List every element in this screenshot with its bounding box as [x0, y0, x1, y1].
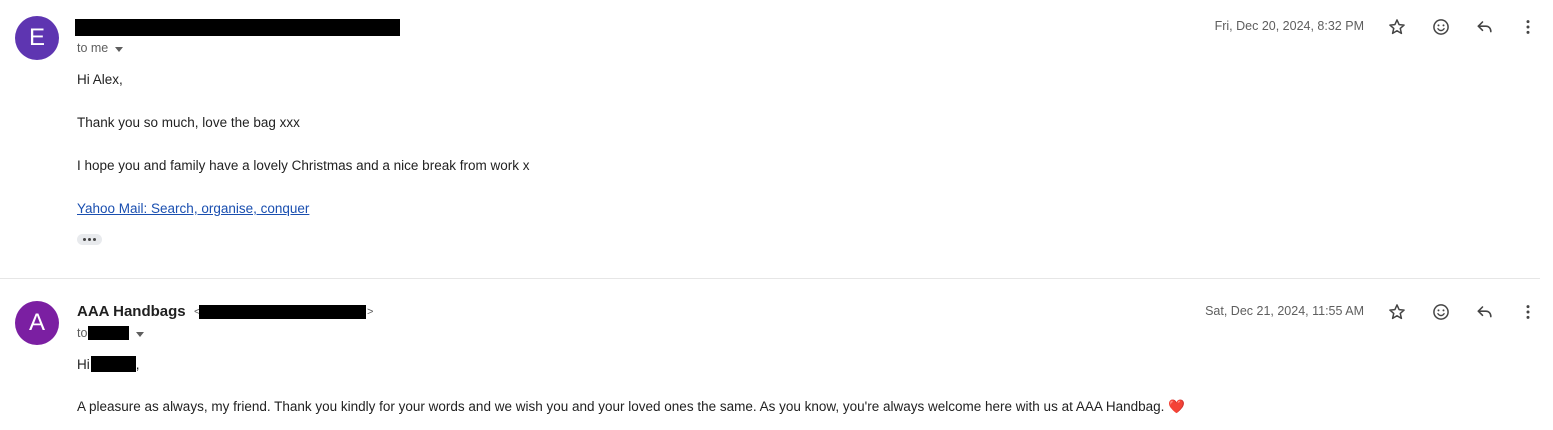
avatar-letter: E [28, 24, 45, 51]
add-reaction-button[interactable] [1427, 298, 1455, 326]
dot [88, 238, 91, 241]
reply-icon [1477, 21, 1492, 33]
message-date: Fri, Dec 20, 2024, 8:32 PM [1214, 19, 1364, 33]
greeting-suffix: , [135, 356, 140, 372]
sender-name[interactable]: AAA Handbags [77, 303, 186, 320]
heart-emoji: ❤️ [1168, 399, 1185, 414]
redacted-sender [75, 19, 400, 36]
message-paragraph-2: I hope you and family have a lovely Chri… [77, 158, 530, 173]
recipient-label: to me [77, 41, 109, 55]
recipient-label: to [77, 326, 88, 340]
show-trimmed-content-button[interactable] [77, 234, 102, 245]
email-message-2: A AAA Handbags < > to Sat, Dec 21, 2024,… [0, 279, 1553, 430]
star-button[interactable] [1383, 298, 1411, 326]
redacted-recipient [88, 326, 130, 340]
reply-button[interactable] [1471, 298, 1499, 326]
star-icon [1389, 304, 1405, 320]
signature-link[interactable]: Yahoo Mail: Search, organise, conquer [77, 201, 309, 216]
more-options-button[interactable] [1514, 13, 1542, 41]
signature-link-row: Yahoo Mail: Search, organise, conquer [77, 201, 309, 216]
recipient-details-toggle[interactable]: to me [77, 41, 124, 55]
greeting-prefix: Hi [77, 356, 90, 372]
emoji-icon [1433, 19, 1449, 35]
add-reaction-button[interactable] [1427, 13, 1455, 41]
message-paragraph-1: A pleasure as always, my friend. Thank y… [77, 399, 1185, 415]
reply-icon [1477, 306, 1492, 318]
email-angle-close: > [367, 306, 374, 318]
message-greeting: Hi , [77, 356, 140, 372]
sender-avatar[interactable]: E [15, 16, 59, 60]
dot [83, 238, 86, 241]
more-vert-icon [1526, 20, 1530, 34]
sender-avatar[interactable]: A [15, 301, 59, 345]
dot [93, 238, 96, 241]
email-message-1: E to me Fri, Dec 20, 2024, 8:32 PM Hi Al… [0, 0, 1553, 278]
chevron-down-icon [136, 331, 145, 337]
redacted-sender-email [199, 305, 366, 319]
message-greeting: Hi Alex, [77, 72, 123, 87]
avatar-letter: A [28, 309, 45, 336]
star-button[interactable] [1383, 13, 1411, 41]
star-icon [1389, 19, 1405, 35]
chevron-down-icon [115, 46, 124, 52]
emoji-icon [1433, 304, 1449, 320]
message-date: Sat, Dec 21, 2024, 11:55 AM [1205, 304, 1364, 318]
more-vert-icon [1526, 305, 1530, 319]
recipient-details-toggle[interactable]: to [77, 326, 145, 340]
reply-button[interactable] [1471, 13, 1499, 41]
message-paragraph-1: Thank you so much, love the bag xxx [77, 115, 300, 130]
message-body-text: A pleasure as always, my friend. Thank y… [77, 399, 1165, 414]
more-options-button[interactable] [1514, 298, 1542, 326]
redacted-name [90, 356, 136, 372]
